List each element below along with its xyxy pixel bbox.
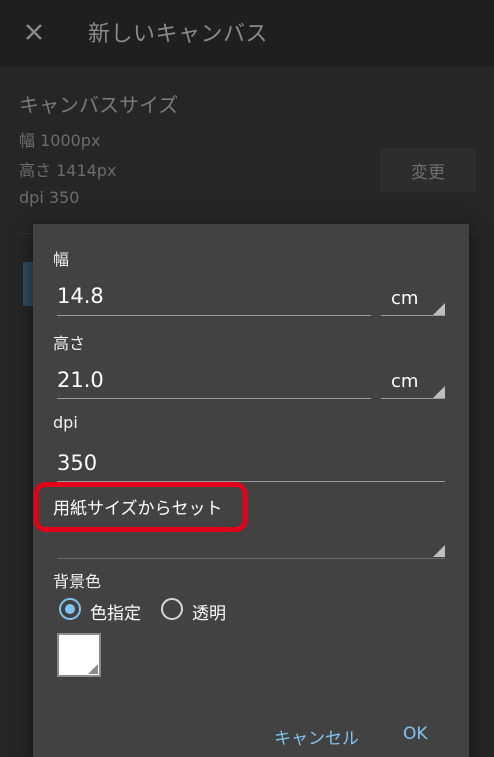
radio-transparent-label[interactable]: 透明 <box>192 599 226 624</box>
width-label: 幅 <box>53 250 70 269</box>
dropdown-corner-icon <box>433 545 445 557</box>
width-input-underline <box>57 315 371 316</box>
background-chip <box>23 262 33 306</box>
paper-size-select[interactable] <box>57 524 445 560</box>
swatch-corner-icon <box>88 664 98 674</box>
new-canvas-screen: 新しいキャンバス キャンバスサイズ 幅 1000px 高さ 1414px dpi… <box>0 0 494 757</box>
width-unit-select[interactable]: cm <box>381 282 445 318</box>
radio-transparent[interactable] <box>161 598 183 620</box>
canvas-size-dialog: 幅 14.8 cm 高さ 21.0 cm dpi 350 用紙サイズからセット … <box>33 224 469 757</box>
height-unit-select[interactable]: cm <box>381 365 445 401</box>
dropdown-corner-icon <box>433 303 445 315</box>
dpi-input[interactable]: 350 <box>57 451 97 475</box>
dpi-label: dpi <box>53 413 78 432</box>
change-button[interactable]: 変更 <box>380 148 476 192</box>
width-unit-value: cm <box>391 288 419 309</box>
color-swatch[interactable] <box>57 633 101 677</box>
app-bar: 新しいキャンバス <box>0 0 494 66</box>
close-icon[interactable] <box>20 18 48 46</box>
dropdown-corner-icon <box>433 386 445 398</box>
width-input[interactable]: 14.8 <box>57 284 104 308</box>
page-title: 新しいキャンバス <box>88 22 269 47</box>
canvas-dpi-info: dpi 350 <box>19 188 80 207</box>
canvas-size-title: キャンバスサイズ <box>19 93 179 117</box>
height-label: 高さ <box>53 334 86 353</box>
cancel-button[interactable]: キャンセル <box>274 724 359 749</box>
radio-color-specified[interactable] <box>59 598 81 620</box>
height-unit-value: cm <box>391 371 419 392</box>
canvas-height-info: 高さ 1414px <box>19 161 117 180</box>
width-unit-underline <box>381 315 445 316</box>
height-input[interactable]: 21.0 <box>57 368 104 392</box>
paper-size-underline <box>57 558 445 559</box>
canvas-width-info: 幅 1000px <box>19 131 101 150</box>
height-input-underline <box>57 398 371 399</box>
background-color-label: 背景色 <box>53 572 102 591</box>
height-unit-underline <box>381 398 445 399</box>
radio-color-specified-label[interactable]: 色指定 <box>90 599 141 624</box>
ok-button[interactable]: OK <box>403 724 428 744</box>
